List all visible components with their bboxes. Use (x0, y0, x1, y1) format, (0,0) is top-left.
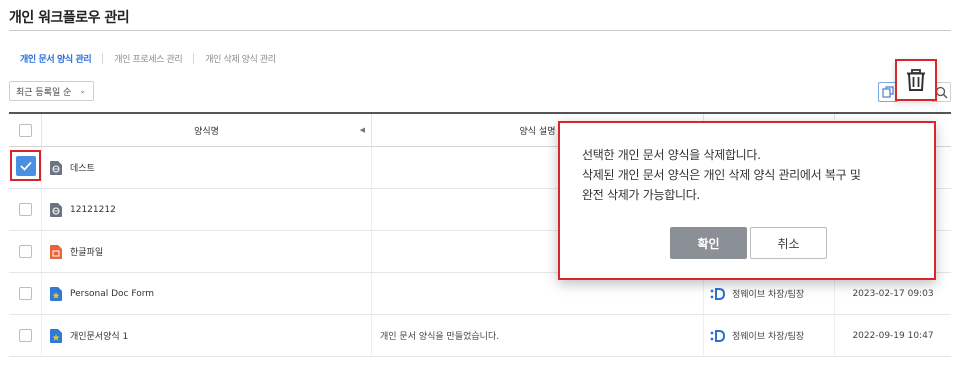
row-name-cell[interactable]: 12121212 (42, 189, 372, 230)
user-link-icon (710, 287, 726, 300)
tab-personal-processes[interactable]: 개인 프로세스 관리 (114, 52, 182, 65)
row-owner-cell: 정웨이브 차장/팀장 (704, 315, 835, 356)
row-select-cell (9, 189, 42, 230)
row-checkbox-checked[interactable] (15, 155, 36, 176)
tab-divider (193, 53, 195, 64)
form-owner: 정웨이브 차장/팀장 (732, 332, 805, 342)
copy-icon (882, 86, 894, 98)
form-name: 개인문서양식 1 (70, 332, 129, 342)
row-1-checkbox-highlight[interactable] (10, 150, 41, 181)
page-title: 개인 워크플로우 관리 (9, 10, 130, 26)
confirm-button[interactable]: 확인 (670, 227, 747, 259)
row-name-cell[interactable]: Personal Doc Form (42, 273, 372, 314)
row-checkbox[interactable] (18, 203, 32, 216)
tab-bar: 개인 문서 양식 관리 개인 프로세스 관리 개인 삭제 양식 관리 (20, 52, 276, 65)
user-link-icon (710, 329, 726, 342)
dialog-message-line: 선택한 개인 문서 양식을 삭제합니다. (582, 148, 761, 162)
select-all-checkbox[interactable] (18, 123, 32, 137)
dialog-message-line: 완전 삭제가 가능합니다. (582, 188, 700, 202)
sort-select-value: 최근 등록일 순 (16, 87, 72, 98)
cancel-button[interactable]: 취소 (750, 227, 827, 259)
tab-personal-deleted-forms[interactable]: 개인 삭제 양식 관리 (205, 52, 276, 65)
form-name: Personal Doc Form (70, 288, 155, 299)
sort-select[interactable]: 최근 등록일 순 ⌄ (9, 81, 94, 101)
row-description-cell: 개인 문서 양식을 만들었습니다. (372, 315, 704, 356)
row-checkbox[interactable] (18, 329, 32, 342)
tab-personal-doc-forms[interactable]: 개인 문서 양식 관리 (20, 52, 92, 65)
delete-button[interactable] (895, 59, 937, 101)
globe-doc-icon (50, 160, 62, 175)
form-date: 2023-02-17 09:03 (852, 288, 934, 299)
trash-icon (907, 69, 925, 91)
tab-divider (102, 53, 104, 64)
form-name: 한글파일 (70, 248, 104, 258)
row-name-cell[interactable]: 데스트 (42, 147, 372, 188)
form-owner: 정웨이브 차장/팀장 (732, 290, 805, 300)
column-header-name-label: 양식명 (194, 126, 219, 137)
form-description: 개인 문서 양식을 만들었습니다. (380, 332, 500, 342)
row-date-cell: 2022-09-19 10:47 (835, 315, 951, 356)
title-divider (9, 30, 951, 31)
star-doc-icon (50, 286, 62, 301)
column-header-name[interactable]: 양식명 ◀ (42, 114, 372, 146)
table-row[interactable]: 개인문서양식 1 개인 문서 양식을 만들었습니다. 정웨이브 차장/팀장 2022-… (9, 315, 951, 357)
globe-doc-icon (50, 202, 62, 217)
hwp-doc-icon (50, 244, 62, 259)
delete-confirm-dialog: 선택한 개인 문서 양식을 삭제합니다. 삭제된 개인 문서 양식은 개인 삭제… (558, 121, 936, 280)
star-doc-icon (50, 328, 62, 343)
column-header-description-label: 양식 설명 (519, 126, 556, 137)
row-select-cell (9, 231, 42, 272)
form-name: 12121212 (70, 204, 116, 215)
chevron-down-icon: ⌄ (79, 86, 86, 95)
row-select-cell (9, 273, 42, 314)
dialog-message: 선택한 개인 문서 양식을 삭제합니다. 삭제된 개인 문서 양식은 개인 삭제… (582, 145, 861, 205)
form-date: 2022-09-19 10:47 (852, 330, 934, 341)
row-name-cell[interactable]: 한글파일 (42, 231, 372, 272)
select-all-cell (9, 114, 42, 146)
form-name: 데스트 (70, 164, 95, 174)
row-checkbox[interactable] (18, 245, 32, 258)
dialog-message-line: 삭제된 개인 문서 양식은 개인 삭제 양식 관리에서 복구 및 (582, 168, 861, 182)
row-checkbox[interactable] (18, 287, 32, 300)
check-icon (19, 161, 32, 171)
row-name-cell[interactable]: 개인문서양식 1 (42, 315, 372, 356)
sort-arrow-icon: ◀ (359, 126, 365, 134)
row-select-cell (9, 315, 42, 356)
